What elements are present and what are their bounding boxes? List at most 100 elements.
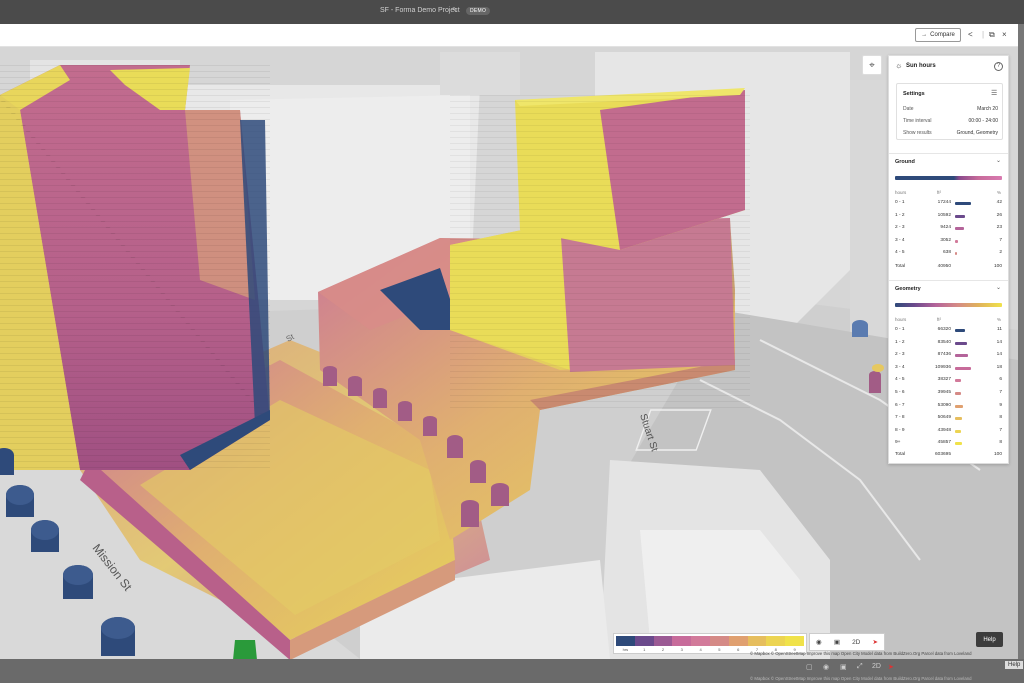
ghost-help-button: Help	[1005, 661, 1024, 669]
compass-icon[interactable]: ➤	[872, 638, 877, 646]
map-3d-viewport[interactable]: Mission St Stuart St St	[0, 47, 1018, 659]
legend-label: 3	[680, 647, 683, 652]
area-cell: 87436	[937, 352, 951, 358]
compare-label: Compare	[930, 32, 955, 38]
hours-cell: 0 - 1	[895, 200, 905, 205]
col-pct: %	[997, 317, 1002, 322]
hours-cell: 4 - 5	[895, 250, 905, 256]
col-hours: hours	[895, 317, 907, 322]
ground-label: Ground	[895, 159, 915, 165]
share-bar	[955, 366, 971, 370]
settings-heading: Settings	[903, 91, 925, 97]
area-cell: 3052	[940, 237, 951, 243]
share-bar	[955, 354, 968, 358]
area-cell: 109936	[934, 364, 951, 370]
area-cell: 39945	[937, 390, 951, 395]
table-row: 4 - 5 38327 6	[895, 377, 1002, 385]
date-label: Date	[903, 106, 914, 112]
geometry-total-row: Total 603695 100	[895, 452, 1002, 460]
share-bar	[955, 417, 963, 421]
share-bar	[955, 392, 961, 395]
sun-hours-panel: ☼ Sun hours ? Settings ☰ Date March 20 T…	[888, 55, 1009, 464]
sliders-icon[interactable]: ☰	[991, 89, 997, 97]
pct-cell: 9	[999, 402, 1002, 408]
legend-label: 1	[643, 647, 646, 652]
hours-cell: 9+	[895, 440, 901, 446]
share-bar	[955, 341, 968, 345]
table-row: 3 - 4 109936 18	[895, 365, 1002, 373]
map-attribution: © Mapbox © OpenStreetMap Improve this ma…	[750, 651, 972, 656]
share-bar	[955, 214, 965, 218]
share-bar	[955, 404, 963, 408]
table-row: 4 - 5 638 2	[895, 250, 1002, 258]
pct-cell: 14	[996, 352, 1002, 358]
share-icon[interactable]: <	[968, 29, 973, 41]
ground-distribution-bar	[895, 176, 1002, 180]
table-row: 0 - 1 66320 11	[895, 327, 1002, 335]
view-mode-2d-button[interactable]: 2D	[852, 639, 860, 646]
col-hours: hours	[895, 190, 907, 195]
pct-cell: 18	[996, 364, 1002, 370]
hours-cell: 6 - 7	[895, 402, 905, 408]
area-cell: 66320	[937, 327, 951, 332]
eye-icon[interactable]: ◉	[816, 638, 822, 646]
sun-icon: ☼	[895, 61, 903, 70]
sidebar-edge	[1018, 24, 1024, 659]
legend-swatch	[766, 636, 786, 646]
settings-row-date: Date March 20	[903, 106, 998, 112]
legend-label: hrs	[622, 647, 629, 652]
table-row: 5 - 6 39945 7	[895, 390, 1002, 398]
ghost-camera-icon: ▣	[840, 664, 847, 671]
geometry-column-header: hours ft² %	[895, 317, 1002, 323]
table-row: 0 - 1 17244 42	[895, 200, 1002, 208]
table-row: 2 - 3 87436 14	[895, 352, 1002, 360]
legend-swatch	[672, 636, 692, 646]
share-bar	[955, 239, 958, 243]
help-button[interactable]: Help	[976, 632, 1003, 647]
share-bar	[955, 202, 971, 205]
legend-swatch	[634, 636, 654, 646]
chevron-down-icon: ⌄	[996, 158, 1002, 164]
legend-label: 5	[718, 647, 721, 652]
ghost-expand-icon: ⤢	[857, 663, 863, 670]
share-bar	[955, 379, 961, 383]
table-row: 6 - 7 53090 9	[895, 403, 1002, 411]
hours-cell: 3 - 4	[895, 237, 905, 243]
hours-cell: 4 - 5	[895, 377, 905, 383]
close-icon[interactable]: ×	[1002, 29, 1007, 41]
area-cell: 10592	[937, 212, 951, 218]
ghost-eye-icon: ◉	[823, 664, 830, 671]
share-bar	[955, 442, 962, 446]
geometry-section-header[interactable]: Geometry ⌄	[889, 280, 1008, 300]
legend-swatch	[785, 636, 804, 646]
show-results-value: Ground, Geometry	[956, 130, 998, 136]
camera-icon[interactable]: ▣	[834, 638, 840, 646]
app-window: SF - Forma Demo Project ✎ DEMO → Compare…	[0, 0, 1024, 683]
analysis-toolbar: → Compare < | ⧉ ×	[0, 24, 1018, 47]
hours-cell: 5 - 6	[895, 390, 905, 395]
ground-column-header: hours ft² %	[895, 190, 1002, 196]
compare-arrow-icon: →	[921, 32, 928, 38]
pct-cell: 26	[996, 212, 1002, 218]
show-results-label: Show results	[903, 130, 932, 136]
project-title: SF - Forma Demo Project	[380, 7, 460, 14]
edit-icon[interactable]: ✎	[452, 6, 458, 14]
hours-cell: 3 - 4	[895, 364, 905, 370]
popout-icon[interactable]: ⧉	[989, 29, 995, 41]
legend-swatches	[616, 636, 804, 646]
area-cell: 638	[942, 250, 951, 256]
hours-cell: 1 - 2	[895, 212, 905, 218]
compare-button[interactable]: → Compare	[915, 28, 961, 42]
share-bar	[955, 252, 957, 256]
total-label: Total	[895, 452, 906, 457]
area-cell: 45857	[937, 440, 951, 446]
ground-total-row: Total 40950 100	[895, 264, 1002, 272]
pct-cell: 7	[999, 390, 1002, 395]
help-circle-icon[interactable]: ?	[994, 62, 1003, 71]
legend-swatch	[653, 636, 673, 646]
locate-button[interactable]: ⌖	[862, 55, 882, 75]
ground-section-header[interactable]: Ground ⌄	[889, 153, 1008, 173]
ghost-compass-icon: ➤	[888, 664, 894, 671]
hours-cell: 7 - 8	[895, 415, 905, 421]
area-cell: 38327	[937, 377, 951, 383]
